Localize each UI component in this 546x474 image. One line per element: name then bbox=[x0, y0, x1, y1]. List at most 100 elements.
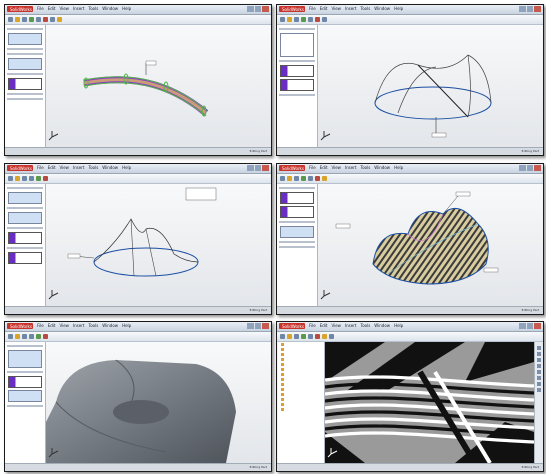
toolbar-icon[interactable] bbox=[537, 346, 541, 350]
toolbar-icon[interactable] bbox=[315, 334, 320, 339]
menu-item-help[interactable]: Help bbox=[394, 6, 403, 11]
toolbar-icon[interactable] bbox=[537, 376, 541, 380]
menu-item-view[interactable]: View bbox=[331, 6, 341, 11]
solidworks-logo-icon[interactable]: SolidWorks bbox=[279, 6, 305, 12]
menu-item-tools[interactable]: Tools bbox=[360, 165, 370, 170]
solidworks-logo-icon[interactable]: SolidWorks bbox=[7, 6, 33, 12]
menu-item-file[interactable]: File bbox=[37, 6, 44, 11]
menu-item-help[interactable]: Help bbox=[122, 165, 131, 170]
menu-item-tools[interactable]: Tools bbox=[360, 6, 370, 11]
toolbar-icon[interactable] bbox=[322, 17, 327, 22]
menu-item-view[interactable]: View bbox=[331, 165, 341, 170]
toolbar-icon[interactable] bbox=[15, 176, 20, 181]
menu-item-file[interactable]: File bbox=[309, 323, 316, 328]
menu-item-window[interactable]: Window bbox=[374, 165, 390, 170]
graphics-viewport[interactable] bbox=[46, 184, 271, 306]
minimize-icon[interactable] bbox=[519, 165, 526, 171]
toolbar-icon[interactable] bbox=[15, 17, 20, 22]
maximize-icon[interactable] bbox=[526, 165, 534, 171]
color-swatch[interactable] bbox=[8, 78, 42, 90]
toolbar-icon[interactable] bbox=[36, 176, 41, 181]
toolbar-icon[interactable] bbox=[280, 334, 285, 339]
toolbar-icon[interactable] bbox=[8, 334, 13, 339]
menu-item-tools[interactable]: Tools bbox=[88, 165, 98, 170]
menu-item-file[interactable]: File bbox=[37, 165, 44, 170]
solidworks-logo-icon[interactable]: SolidWorks bbox=[7, 165, 33, 171]
menu-item-window[interactable]: Window bbox=[374, 6, 390, 11]
menu-item-help[interactable]: Help bbox=[122, 323, 131, 328]
toolbar-icon[interactable] bbox=[301, 334, 306, 339]
selection-box[interactable] bbox=[280, 33, 314, 57]
toolbar-icon[interactable] bbox=[301, 176, 306, 181]
graphics-viewport[interactable] bbox=[318, 184, 543, 306]
maximize-icon[interactable] bbox=[254, 165, 262, 171]
toolbar-icon[interactable] bbox=[537, 388, 541, 392]
graphics-viewport[interactable] bbox=[46, 342, 271, 463]
maximize-icon[interactable] bbox=[526, 323, 534, 329]
toolbar-icon[interactable] bbox=[287, 17, 292, 22]
toolbar-icon[interactable] bbox=[329, 334, 334, 339]
selection-box[interactable] bbox=[8, 350, 42, 368]
close-icon[interactable] bbox=[534, 165, 542, 171]
toolbar-icon[interactable] bbox=[43, 17, 48, 22]
menu-item-file[interactable]: File bbox=[309, 6, 316, 11]
toolbar-icon[interactable] bbox=[287, 176, 292, 181]
toolbar-icon[interactable] bbox=[315, 176, 320, 181]
color-swatch[interactable] bbox=[280, 79, 314, 91]
toolbar-icon[interactable] bbox=[287, 334, 292, 339]
menu-item-window[interactable]: Window bbox=[102, 6, 118, 11]
graphics-viewport[interactable] bbox=[318, 25, 543, 147]
toolbar-icon[interactable] bbox=[29, 17, 34, 22]
toolbar-icon[interactable] bbox=[537, 382, 541, 386]
toolbar-icon[interactable] bbox=[537, 358, 541, 362]
toolbar-icon[interactable] bbox=[36, 17, 41, 22]
color-swatch[interactable] bbox=[280, 65, 314, 77]
close-icon[interactable] bbox=[534, 323, 542, 329]
toolbar-icon[interactable] bbox=[50, 17, 55, 22]
menu-item-edit[interactable]: Edit bbox=[48, 165, 56, 170]
toolbar-icon[interactable] bbox=[294, 17, 299, 22]
toolbar-icon[interactable] bbox=[308, 334, 313, 339]
menu-item-edit[interactable]: Edit bbox=[48, 6, 56, 11]
selection-box[interactable] bbox=[8, 192, 42, 204]
graphics-viewport[interactable] bbox=[46, 25, 271, 147]
menu-item-insert[interactable]: Insert bbox=[73, 6, 84, 11]
color-swatch[interactable] bbox=[280, 206, 314, 218]
toolbar-icon[interactable] bbox=[8, 17, 13, 22]
menu-item-file[interactable]: File bbox=[309, 165, 316, 170]
menu-item-view[interactable]: View bbox=[59, 165, 69, 170]
maximize-icon[interactable] bbox=[254, 6, 262, 12]
menu-item-tools[interactable]: Tools bbox=[88, 323, 98, 328]
selection-box[interactable] bbox=[280, 226, 314, 238]
menu-item-tools[interactable]: Tools bbox=[88, 6, 98, 11]
selection-box[interactable] bbox=[8, 58, 42, 70]
color-swatch[interactable] bbox=[280, 192, 314, 204]
toolbar-icon[interactable] bbox=[308, 176, 313, 181]
toolbar-icon[interactable] bbox=[15, 334, 20, 339]
menu-item-edit[interactable]: Edit bbox=[320, 6, 328, 11]
menu-item-view[interactable]: View bbox=[331, 323, 341, 328]
close-icon[interactable] bbox=[534, 6, 542, 12]
toolbar-icon[interactable] bbox=[294, 334, 299, 339]
menu-item-edit[interactable]: Edit bbox=[320, 323, 328, 328]
menu-item-edit[interactable]: Edit bbox=[48, 323, 56, 328]
menu-item-help[interactable]: Help bbox=[122, 6, 131, 11]
selection-box[interactable] bbox=[8, 33, 42, 45]
menu-item-view[interactable]: View bbox=[59, 6, 69, 11]
close-icon[interactable] bbox=[262, 323, 270, 329]
menu-item-insert[interactable]: Insert bbox=[345, 165, 356, 170]
toolbar-icon[interactable] bbox=[57, 17, 62, 22]
solidworks-logo-icon[interactable]: SolidWorks bbox=[279, 165, 305, 171]
toolbar-icon[interactable] bbox=[294, 176, 299, 181]
toolbar-icon[interactable] bbox=[301, 17, 306, 22]
menu-item-tools[interactable]: Tools bbox=[360, 323, 370, 328]
selection-box[interactable] bbox=[8, 390, 42, 402]
close-icon[interactable] bbox=[262, 6, 270, 12]
maximize-icon[interactable] bbox=[254, 323, 262, 329]
menu-item-window[interactable]: Window bbox=[102, 165, 118, 170]
menu-item-insert[interactable]: Insert bbox=[345, 323, 356, 328]
menu-item-help[interactable]: Help bbox=[394, 165, 403, 170]
menu-item-view[interactable]: View bbox=[59, 323, 69, 328]
graphics-viewport[interactable] bbox=[325, 342, 534, 463]
toolbar-icon[interactable] bbox=[29, 334, 34, 339]
